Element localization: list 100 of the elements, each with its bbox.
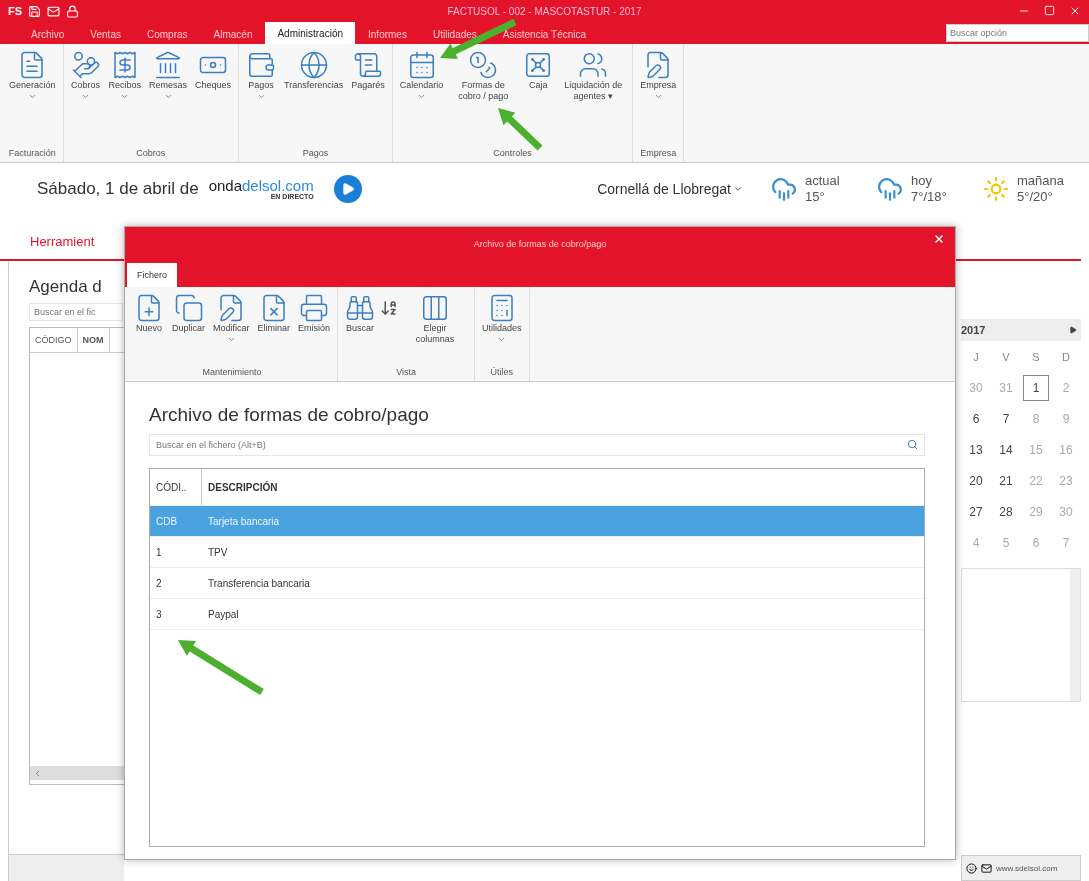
ribbon-button[interactable]: Recibos — [105, 48, 145, 103]
calendar-day[interactable]: 1 — [1023, 374, 1049, 401]
search-icon[interactable] — [907, 439, 918, 450]
calendar-day[interactable]: 6 — [963, 405, 989, 432]
face-icon[interactable] — [966, 862, 977, 874]
annotation-arrow — [498, 108, 543, 151]
menu-tab[interactable]: Archivo — [18, 24, 78, 44]
column-header[interactable]: CÓDI.. — [150, 469, 202, 505]
ribbon-button[interactable]: Pagos — [243, 48, 280, 103]
calendar-day[interactable]: 13 — [963, 436, 989, 463]
table-cell-text: Tarjeta bancaria — [207, 514, 281, 529]
calendar-day[interactable]: 21 — [993, 467, 1019, 494]
menu-tab[interactable]: Ventas — [77, 24, 134, 44]
group-label: Vista — [395, 366, 417, 379]
globe-icon — [298, 50, 329, 80]
website-link[interactable]: www.sdelsol.com — [996, 863, 1058, 873]
table-cell-text: 3 — [155, 607, 163, 622]
ribbon-button[interactable]: Generación — [6, 48, 59, 103]
group-label: Pagos — [301, 147, 330, 160]
menu-tab[interactable]: Administración — [265, 22, 356, 44]
temperature-text: 15° — [805, 189, 826, 205]
weekday-label: V — [1002, 350, 1010, 363]
ribbon-button[interactable]: Elegir columnas — [400, 291, 471, 347]
table-cell-text: 1 — [155, 545, 163, 560]
caret-icon — [733, 184, 743, 194]
sun-icon — [983, 176, 1009, 202]
weekday-label: S — [1032, 350, 1040, 363]
group-label: Controles — [492, 147, 533, 160]
app-logo: FS — [8, 5, 23, 17]
save-icon[interactable] — [28, 4, 42, 18]
calendar-day[interactable]: 14 — [993, 436, 1019, 463]
play-icon — [340, 182, 355, 196]
close-icon[interactable] — [1069, 5, 1081, 17]
date-text: Sábado, 1 de abril de — [37, 179, 199, 199]
group-label: Facturación — [7, 147, 57, 160]
lock-icon[interactable] — [66, 4, 80, 18]
weather-label: mañana — [1017, 173, 1065, 189]
tools-tab[interactable]: Herramient — [30, 234, 95, 259]
weekday-label: J — [973, 350, 979, 363]
search-field[interactable]: Buscar en el fic — [29, 303, 123, 321]
envelope-icon[interactable] — [981, 862, 992, 874]
search-field[interactable]: Buscar opción — [946, 24, 1089, 42]
hand-coins-icon — [70, 50, 101, 80]
column-header[interactable]: CÓDIGO — [30, 328, 78, 352]
maximize-icon[interactable] — [1044, 5, 1055, 16]
calendar-day[interactable]: 7 — [993, 405, 1019, 432]
calendar-day[interactable]: 27 — [963, 498, 989, 525]
ribbon-button[interactable]: Remesas — [146, 48, 191, 103]
ribbon-button[interactable]: Cheques — [192, 48, 235, 93]
ribbon-button[interactable]: Pagarés — [348, 48, 388, 93]
menu-tab[interactable]: Asistencia Técnica — [489, 24, 600, 44]
dialog-heading: Archivo de formas de cobro/pago — [149, 404, 430, 426]
ribbon-button[interactable]: Liquidación de agentes ▾ — [558, 48, 629, 104]
table-cell-text: Transferencia bancaria — [207, 576, 311, 591]
calendar-day[interactable]: 28 — [993, 498, 1019, 525]
column-header[interactable]: DESCRIPCIÓN — [202, 469, 924, 505]
table-cell-text: CDB — [155, 514, 179, 529]
table-cell-text: Paypal — [207, 607, 240, 622]
column-header[interactable]: NOM — [77, 328, 110, 352]
close-button[interactable] — [933, 233, 945, 245]
ribbon-button[interactable]: Emisión — [295, 291, 334, 336]
calendar-day[interactable]: 20 — [963, 467, 989, 494]
group-label: Empresa — [639, 147, 678, 160]
ribbon-button[interactable]: Empresa — [637, 48, 680, 103]
calendar-year: 2017 — [961, 324, 986, 336]
menu-tab[interactable]: Utilidades — [419, 24, 490, 44]
binoculars-icon — [345, 293, 376, 323]
weekday-label: D — [1062, 350, 1070, 363]
next-icon[interactable] — [1069, 326, 1077, 334]
scrollbar[interactable] — [1070, 569, 1080, 701]
temperature-text: 7°/18° — [911, 189, 948, 205]
rain-cloud-icon — [877, 176, 903, 202]
sort-icon[interactable] — [380, 299, 399, 317]
dialog-title: Archivo de formas de cobro/pago — [473, 239, 607, 249]
ribbon-button[interactable]: Nuevo — [131, 291, 167, 336]
printer-icon — [299, 293, 330, 323]
ribbon-button[interactable]: Calendario — [396, 48, 447, 103]
ribbon-button[interactable]: Modificar — [210, 291, 253, 346]
coins-icon — [468, 50, 499, 80]
scrollbar[interactable] — [30, 766, 124, 780]
ribbon-button[interactable]: Transferencias — [281, 48, 347, 93]
weather-label: hoy — [911, 173, 933, 189]
ribbon-button[interactable]: Duplicar — [169, 291, 208, 336]
menu-tab[interactable]: Compras — [133, 24, 201, 44]
search-field[interactable]: Buscar en el fichero (Alt+B) — [149, 434, 925, 456]
ribbon-button[interactable]: Utilidades — [479, 291, 525, 346]
scroll-left-icon[interactable] — [33, 768, 42, 778]
ribbon-button[interactable]: Caja — [520, 48, 557, 93]
ribbon-button[interactable]: Cobros — [67, 48, 104, 103]
ribbon-button[interactable]: Formas de cobro / pago — [448, 48, 519, 104]
menu-tab[interactable]: Informes — [355, 24, 420, 44]
ribbon-button[interactable]: Eliminar — [254, 291, 294, 336]
menu-tab[interactable]: Almacén — [200, 24, 266, 44]
play-button[interactable] — [333, 175, 362, 203]
table-cell-text: 2 — [155, 576, 163, 591]
group-label: Útiles — [489, 366, 515, 379]
scroll-icon — [353, 50, 384, 80]
ribbon-button[interactable]: Buscar — [342, 291, 379, 336]
ribbon-tab[interactable]: Fichero — [127, 263, 177, 287]
location-dropdown[interactable]: Cornellá de Llobregat — [591, 180, 749, 198]
